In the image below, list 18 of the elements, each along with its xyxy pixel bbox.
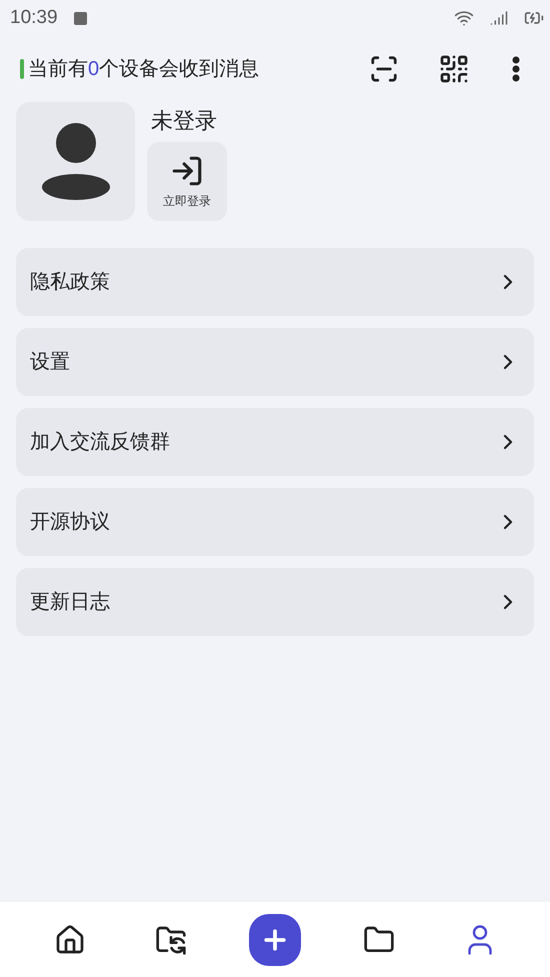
login-button[interactable]: 立即登录	[147, 142, 227, 221]
home-icon	[54, 924, 86, 956]
person-silhouette-icon	[40, 122, 110, 200]
menu-item[interactable]: 开源协议	[16, 488, 534, 556]
folder-transfer-icon	[154, 924, 187, 956]
login-status: 未登录	[150, 107, 218, 135]
qr-code-icon	[438, 53, 470, 85]
menu-item[interactable]: 隐私政策	[16, 248, 534, 316]
add-button[interactable]	[248, 914, 301, 966]
more-icon	[512, 56, 520, 82]
device-count-text: 当前有0个设备会收到消息	[28, 57, 260, 82]
signal-icon	[490, 9, 508, 27]
menu-item[interactable]: 加入交流反馈群	[16, 408, 534, 476]
menu-item[interactable]: 设置	[16, 328, 534, 396]
status-time: 10:39	[10, 6, 58, 30]
login-icon	[170, 154, 204, 188]
menu-item[interactable]: 更新日志	[16, 568, 534, 636]
scan-icon	[369, 54, 399, 84]
